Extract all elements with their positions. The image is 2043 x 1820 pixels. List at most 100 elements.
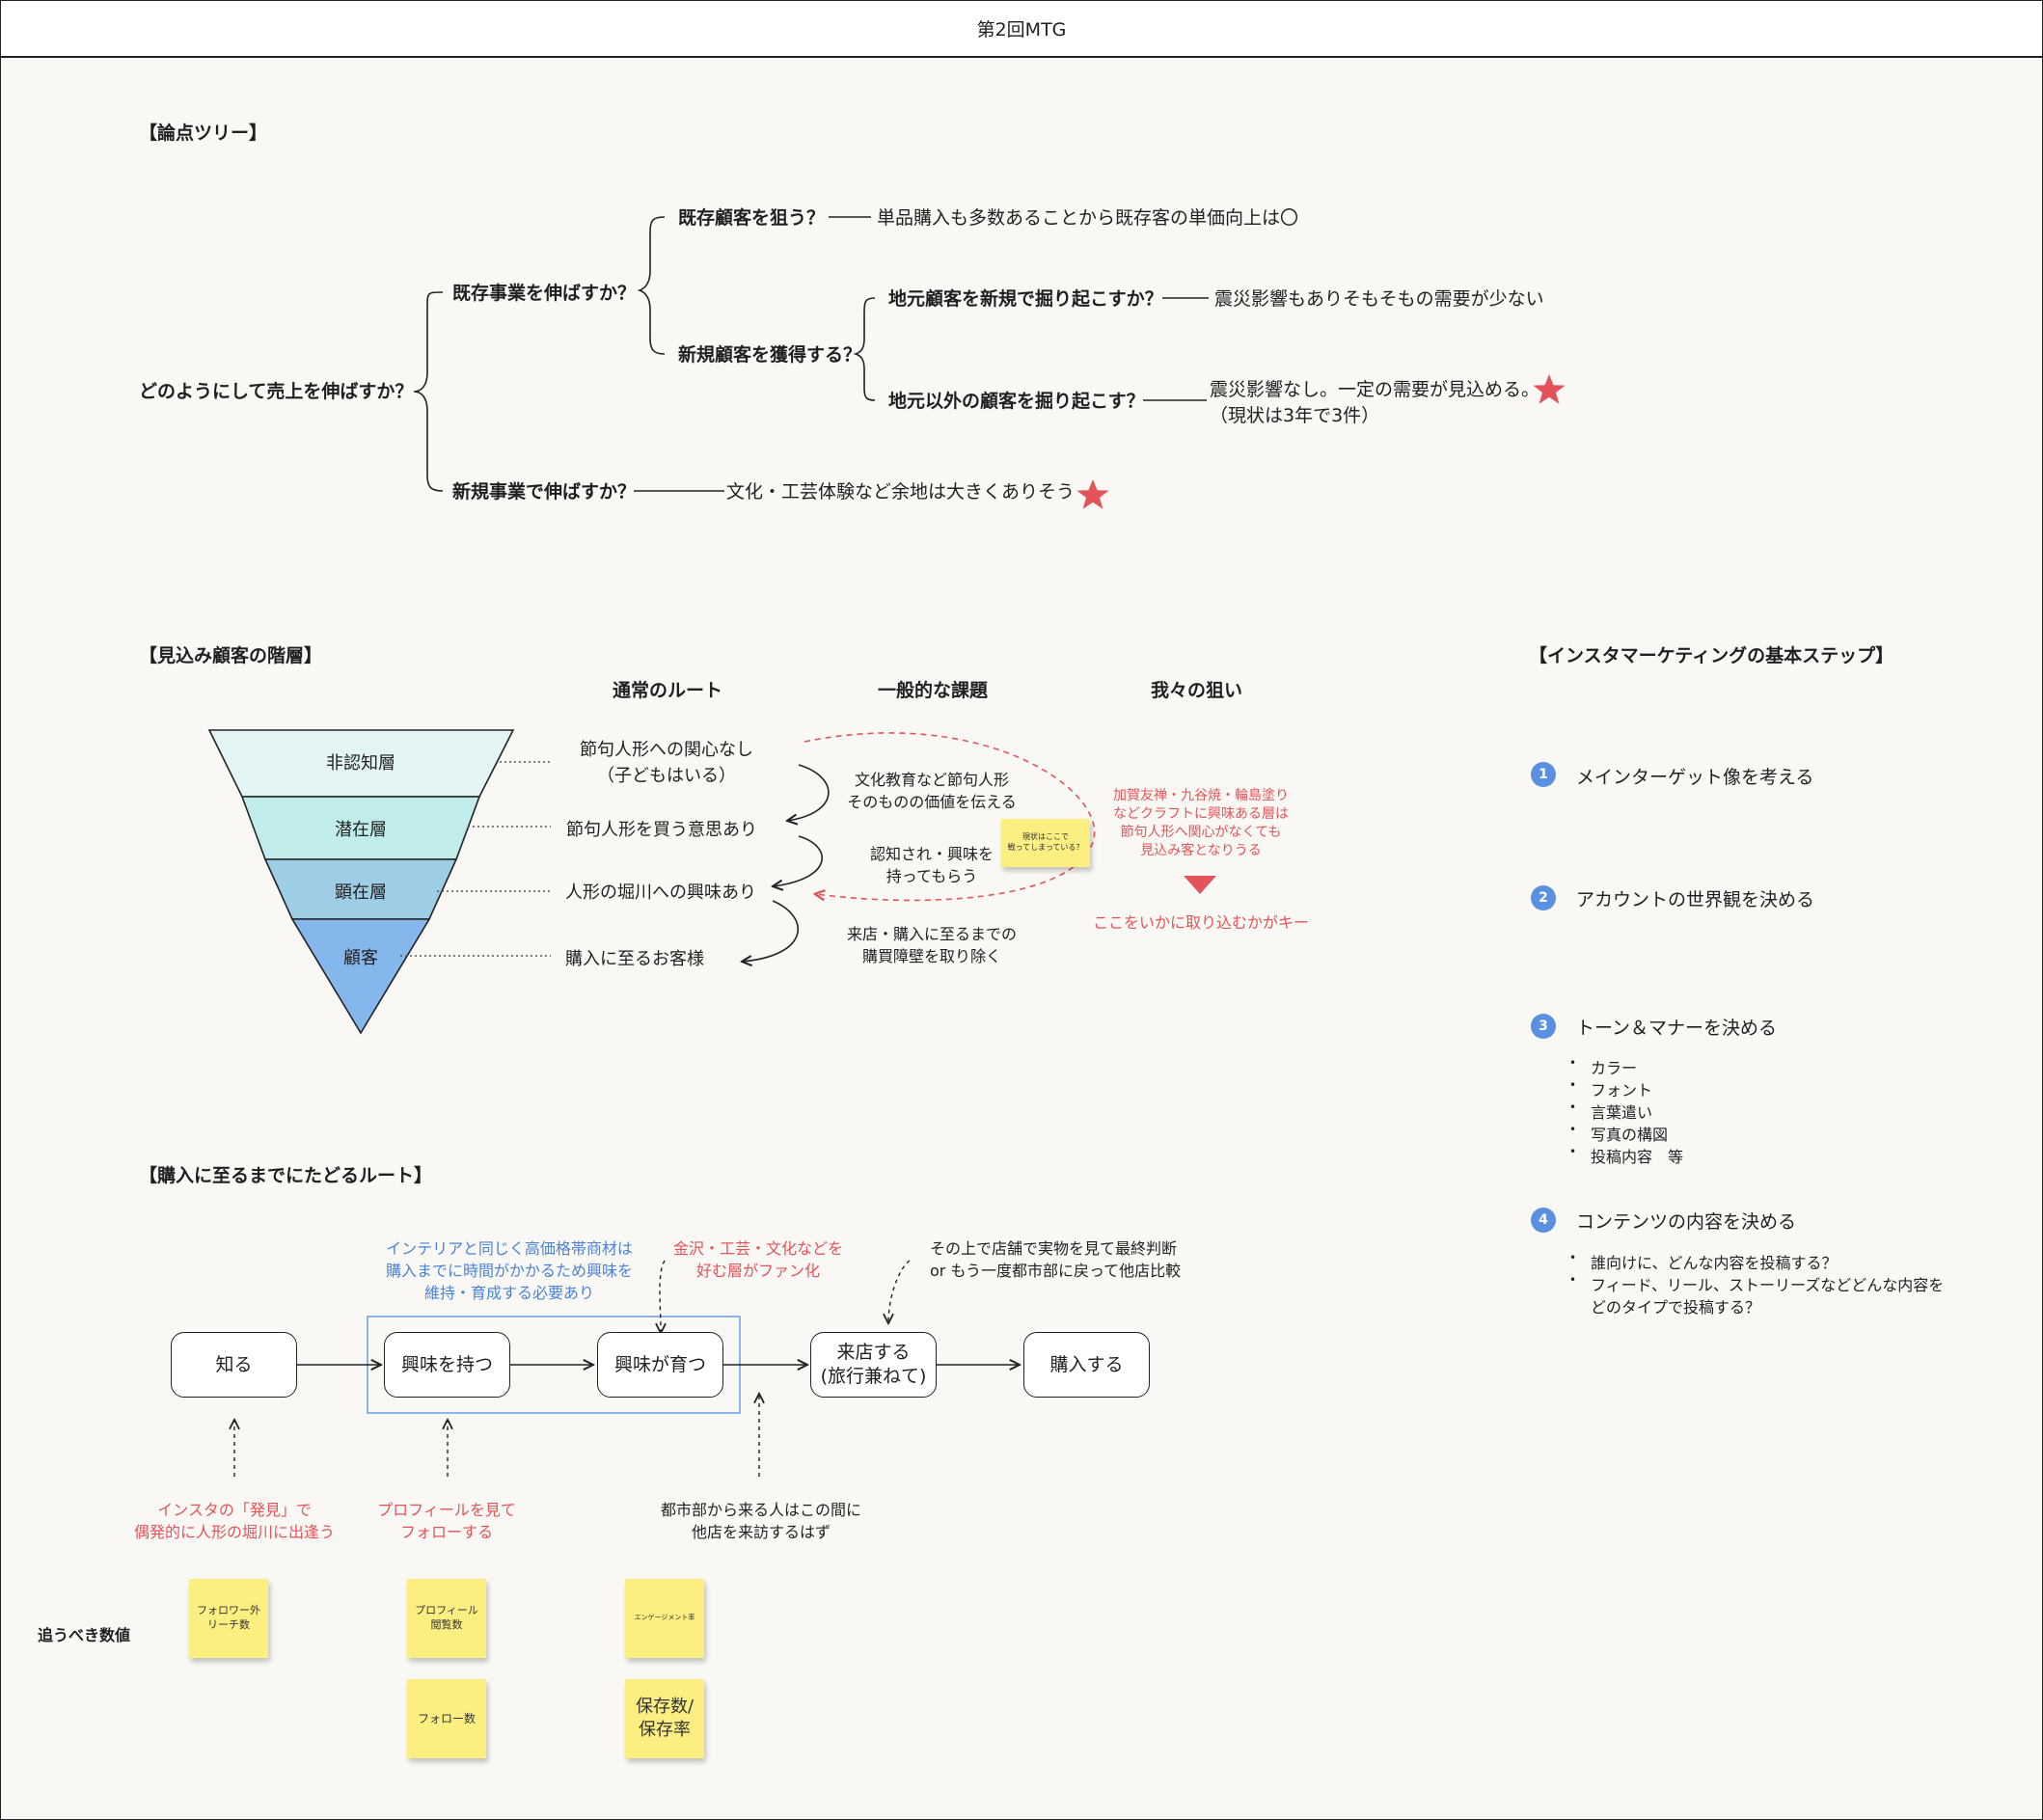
funnel-label-unaware: 非認知層 (326, 753, 395, 774)
insta-heading: 【インスタマーケティングの基本ステップ】 (1529, 645, 1894, 666)
tree-node-existing: 既存事業を伸ばすか？ (452, 283, 637, 304)
funnel-layer-customer (290, 918, 431, 1035)
note-line: その上で店舗で実物を見て最終判断 (930, 1239, 1178, 1258)
route-step-2: 節句人形を買う意思あり (566, 820, 757, 840)
step-label-1: メインターゲット像を考える (1576, 767, 1814, 788)
flow-step-visit-sub: (旅行兼ねて) (820, 1366, 927, 1387)
step-badge-4: 4 (1531, 1208, 1556, 1233)
flow-step-visit[interactable]: 来店する (旅行兼ねて) (810, 1332, 937, 1398)
step-label-4: コンテンツの内容を決める (1576, 1211, 1797, 1233)
step-badge-3: 3 (1531, 1014, 1556, 1039)
down-triangle-icon (1184, 876, 1216, 894)
sticky-text: 保存率 (639, 1720, 691, 1740)
flow-step-grow[interactable]: 興味が育つ (597, 1332, 723, 1398)
step3-item: 投稿内容 等 (1569, 1144, 1683, 1167)
note-discover: インスタの「発見」で 偶発的に人形の堀川に出逢う (119, 1499, 350, 1543)
star-icon (1076, 479, 1109, 509)
note-line: or もう一度都市部に戻って他店比較 (930, 1262, 1182, 1280)
col-header-route: 通常のルート (613, 680, 723, 701)
tree-comment-new-business: 文化・工芸体験など余地は大きくありそう (726, 481, 1076, 503)
funnel-curve-arrows (742, 764, 830, 962)
sticky-engagement[interactable]: エンゲージメント率 (625, 1579, 704, 1658)
whiteboard-canvas[interactable]: 第2回MTG 【論点ツリー】 どのようにして売上を伸ばすか？ 既存事業を伸ばすか… (0, 0, 2043, 1820)
sticky-saves[interactable]: 保存数/ 保存率 (625, 1679, 704, 1758)
note-line: 偶発的に人形の堀川に出逢う (133, 1523, 335, 1541)
note-line: プロフィールを見て (377, 1501, 516, 1519)
col-header-issue: 一般的な課題 (878, 680, 989, 701)
aim-line: 節句人形へ関心がなくても (1120, 825, 1282, 840)
col-header-aim: 我々の狙い (1151, 680, 1243, 701)
note-line: インスタの「発見」で (157, 1501, 312, 1519)
sticky-reach[interactable]: フォロワー外 リーチ数 (189, 1579, 268, 1658)
tree-node-local: 地元顧客を新規で掘り起こすか？ (888, 288, 1163, 310)
issue-2: 認知され・興味を (869, 845, 994, 863)
aim-line: 加賀友禅・九谷焼・輪島塗り (1113, 788, 1289, 803)
route-step-1: 節句人形への関心なし (580, 740, 753, 760)
note-other-stores: 都市部から来る人はこの間に 他店を来訪するはず (645, 1499, 877, 1543)
note-fan-layer: 金沢・工芸・文化などを 好む層がファン化 (667, 1237, 850, 1282)
note-line: インテリアと同じく高価格帯商材は (386, 1239, 633, 1258)
tree-root: どのようにして売上を伸ばすか？ (139, 381, 414, 402)
sticky-text: 戦ってしまっている？ (1007, 843, 1084, 852)
funnel-label-manifest: 顕在層 (335, 883, 387, 903)
funnel-heading: 【見込み顧客の階層】 (139, 645, 323, 666)
flow-step-purchase[interactable]: 購入する (1023, 1332, 1150, 1398)
note-line: 好む層がファン化 (695, 1262, 820, 1280)
step-label-3: トーン＆マナーを決める (1576, 1018, 1778, 1039)
issue-3b: 購買障壁を取り除く (861, 947, 1001, 965)
sticky-follows[interactable]: フォロー数 (407, 1679, 486, 1758)
route-step-3: 人形の堀川への興味あり (565, 883, 756, 903)
note-follow: プロフィールを見て フォローする (360, 1499, 533, 1543)
route-step-4: 購入に至るお客様 (565, 949, 704, 969)
tree-node-existing-customers: 既存顧客を狙う？ (678, 207, 826, 229)
step3-item: フォント (1569, 1077, 1652, 1100)
sticky-text: 保存数/ (635, 1696, 695, 1717)
step4-item: 誰向けに、どんな内容を投稿する？ (1569, 1250, 1837, 1273)
sticky-text: 閲覧数 (430, 1618, 463, 1631)
tree-comment-nonlocal: 震災影響なし。一定の需要が見込める。 (1210, 379, 1540, 400)
sticky-profile-views[interactable]: プロフィール 閲覧数 (407, 1579, 486, 1658)
tree-node-new-business: 新規事業で伸ばすか？ (452, 481, 637, 503)
tree-node-new-customers: 新規顧客を獲得する？ (678, 344, 862, 366)
step-label-2: アカウントの世界観を決める (1576, 889, 1815, 910)
issue-1b: そのものの価値を伝える (847, 793, 1017, 811)
flow-step-interest[interactable]: 興味を持つ (384, 1332, 510, 1398)
aim-line: などクラフトに興味ある層は (1113, 806, 1289, 822)
route-heading: 【購入に至るまでにたどるルート】 (139, 1165, 433, 1186)
note-line: 都市部から来る人はこの間に (660, 1501, 861, 1519)
key-note: ここをいかに取り込むかがキー (1092, 913, 1309, 932)
tree-comment-nonlocal-note: （現状は3年で3件） (1210, 405, 1380, 426)
note-line: フォローする (399, 1523, 493, 1541)
step3-item: 言葉遣い (1569, 1100, 1652, 1123)
curve-arrow-1 (787, 764, 830, 821)
issue-3: 来店・購入に至るまでの (846, 925, 1017, 943)
sticky-text: 現状はここで (1022, 832, 1069, 842)
note-final-judgement: その上で店舗で実物を見て最終判断 or もう一度都市部に戻って他店比較 (930, 1237, 1181, 1282)
tree-bracket-root (413, 291, 444, 492)
metrics-label: 追うべき数値 (38, 1626, 131, 1644)
note-line: 維持・育成する必要あり (423, 1284, 594, 1302)
flow-step-visit-label: 来店する (836, 1342, 911, 1364)
note-interior-items: インテリアと同じく高価格帯商材は 購入までに時間がかかるため興味を 維持・育成す… (350, 1237, 668, 1304)
step4-item-cont: どのタイプで投稿する？ (1591, 1298, 1761, 1317)
step-badge-1: 1 (1531, 762, 1556, 787)
step3-item: カラー (1569, 1055, 1637, 1078)
route-step-1-note: （子どもはいる） (597, 766, 736, 786)
funnel-label-latent: 潜在層 (335, 820, 387, 840)
sticky-text: プロフィール (415, 1604, 478, 1617)
funnel-label-customer: 顧客 (343, 948, 378, 968)
aim-note: 加賀友禅・九谷焼・輪島塗り などクラフトに興味ある層は 節句人形へ関心がなくても… (1093, 787, 1309, 860)
note-line: 購入までに時間がかかるため興味を (385, 1262, 633, 1280)
flow-step-know[interactable]: 知る (171, 1332, 297, 1398)
tree-comment-existing: 単品購入も多数あることから既存客の単価向上は〇 (877, 207, 1299, 229)
issue-2b: 持ってもらう (885, 867, 978, 885)
note-line: 金沢・工芸・文化などを (672, 1239, 843, 1258)
sticky-text: フォロワー外 (197, 1604, 260, 1617)
curve-arrow-2 (773, 835, 823, 886)
sticky-note-current-battle[interactable]: 現状はここで 戦ってしまっている？ (1001, 819, 1090, 867)
tree-comment-local: 震災影響もありそもそもの需要が少ない (1214, 288, 1544, 310)
issue-1: 文化教育など節句人形 (854, 771, 1009, 789)
curve-arrow-3 (742, 900, 799, 962)
tree-node-nonlocal: 地元以外の顧客を掘り起こす？ (888, 391, 1145, 412)
note-line: 他店を来訪するはず (691, 1523, 831, 1541)
